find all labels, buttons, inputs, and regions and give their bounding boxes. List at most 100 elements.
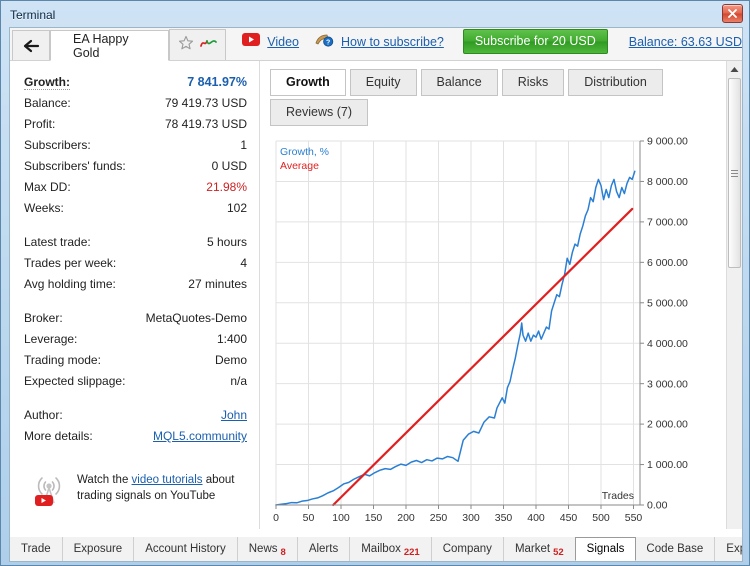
stat-value: 4 [240,256,247,270]
x-axis-tick-label: 0 [273,512,279,523]
stat-value[interactable]: MQL5.community [153,429,247,443]
y-axis-tick-label: 4 000.00 [647,338,688,350]
close-icon [728,9,737,18]
stat-row: Trades per week: 4 [24,256,247,277]
stat-label: Latest trade: [24,235,91,249]
terminal-tab-news[interactable]: News 8 [238,537,298,561]
stat-label: Avg holding time: [24,277,116,291]
stat-value: 1 [240,138,247,152]
video-tutorials-link[interactable]: video tutorials [132,474,203,486]
video-link[interactable]: Video [267,35,299,49]
promo-line1-pre: Watch the [77,474,132,486]
terminal-tab-signals[interactable]: Signals [574,537,637,561]
y-axis-tick-label: 0.00 [647,500,668,512]
chart-tab-reviews-7[interactable]: Reviews (7) [270,99,368,126]
back-button[interactable] [12,30,50,60]
stat-value: 102 [226,201,247,215]
terminal-window: Terminal EA Happy Gold Video ? How to su… [0,0,750,566]
chart-tabs-row-2: Reviews (7) [270,99,742,126]
toolbar-icon-group [169,29,227,60]
terminal-tab-badge: 221 [403,546,420,558]
youtube-play-icon[interactable] [242,32,261,51]
chart-tab-growth[interactable]: Growth [270,69,346,96]
subscribe-button[interactable]: Subscribe for 20 USD [462,29,608,54]
stat-label: Subscribers: [24,138,91,152]
stat-label: Expected slippage: [24,374,126,388]
stat-row: Max DD: 21.98% [24,180,247,201]
terminal-tab-trade[interactable]: Trade [10,537,63,561]
legend-entry: Average [280,160,319,172]
how-to-subscribe-icon[interactable]: ? [315,32,334,52]
terminal-tab-alerts[interactable]: Alerts [298,537,351,561]
star-icon[interactable] [178,35,194,56]
x-axis-tick-label: 50 [303,512,315,523]
stat-value: 21.98% [206,180,247,194]
stat-spacer [24,222,247,235]
stat-row: Subscribers' funds: 0 USD [24,159,247,180]
chart-tab-balance[interactable]: Balance [420,69,498,96]
terminal-tab-label: Signals [586,543,625,555]
terminal-tab-mailbox[interactable]: Mailbox 221 [350,537,432,561]
x-axis-tick-label: 500 [592,512,610,523]
chart-tab-equity[interactable]: Equity [349,69,417,96]
terminal-tab-exposure[interactable]: Exposure [63,537,135,561]
stat-value: 78 419.73 USD [164,117,247,131]
terminal-tab-badge: 8 [280,546,286,558]
x-axis-tick-label: 250 [430,512,448,523]
terminal-tab-label: Company [442,543,492,555]
stat-value-link[interactable]: MQL5.community [153,429,247,443]
terminal-tab-code-base[interactable]: Code Base [635,537,716,561]
stat-row: Expected slippage: n/a [24,374,247,395]
grip-icon [731,168,738,179]
stat-label: Weeks: [24,201,64,215]
terminal-tab-label: Trade [21,543,51,555]
y-axis-tick-label: 7 000.00 [647,216,688,228]
x-axis-tick-label: 150 [365,512,383,523]
stat-row: Leverage: 1:400 [24,332,247,353]
stat-row: Latest trade: 5 hours [24,235,247,256]
terminal-tab-market[interactable]: Market 52 [504,537,576,561]
y-axis-tick-label: 3 000.00 [647,378,688,390]
stat-row: Broker: MetaQuotes-Demo [24,311,247,332]
vertical-scrollbar[interactable] [726,61,742,529]
svg-text:?: ? [326,39,330,46]
terminal-tab-badge: 52 [553,546,564,558]
stat-value: 1:400 [216,332,247,346]
stat-label: Max DD: [24,180,71,194]
stat-value: Demo [214,353,247,367]
stat-spacer [24,395,247,408]
y-axis-tick-label: 9 000.00 [647,136,688,148]
y-axis-tick-label: 5 000.00 [647,297,688,309]
signal-chart-icon[interactable] [200,36,218,55]
legend-entry: Growth, % [280,146,329,158]
terminal-tab-account-history[interactable]: Account History [134,537,238,561]
stat-value: 79 419.73 USD [164,96,247,110]
scroll-up-button[interactable] [727,61,742,77]
scrollbar-thumb[interactable] [728,78,741,268]
how-to-subscribe-link[interactable]: How to subscribe? [341,35,444,49]
terminal-tab-label: News [248,543,278,555]
close-button[interactable] [722,4,743,23]
stat-row: More details: MQL5.community [24,429,247,450]
chart-tab-distribution[interactable]: Distribution [568,69,663,96]
window-title: Terminal [10,8,56,22]
chart-tab-risks[interactable]: Risks [501,69,565,96]
terminal-tab-label: Account History [145,543,226,555]
promo-line1-post: about [202,474,235,486]
signal-name-tab[interactable]: EA Happy Gold [50,30,170,61]
stat-value[interactable]: John [221,408,247,422]
stat-spacer [24,298,247,311]
stat-row: Profit: 78 419.73 USD [24,117,247,138]
terminal-tab-label: Mailbox [361,543,401,555]
terminal-tab-experts[interactable]: Experts [715,537,742,561]
terminal-tab-company[interactable]: Company [432,537,504,561]
x-axis-tick-label: 200 [397,512,415,523]
terminal-tab-label: Market [514,543,551,555]
stat-label: Author: [24,408,63,422]
stat-value: 7 841.97% [187,75,247,89]
client-area: EA Happy Gold Video ? How to subscribe? … [9,27,743,559]
stat-value-link[interactable]: John [221,408,247,422]
balance-link[interactable]: Balance: 63.63 USD [629,35,742,49]
toolbar-links: Video ? How to subscribe? Subscribe for … [242,29,742,54]
title-bar: Terminal [1,1,749,27]
